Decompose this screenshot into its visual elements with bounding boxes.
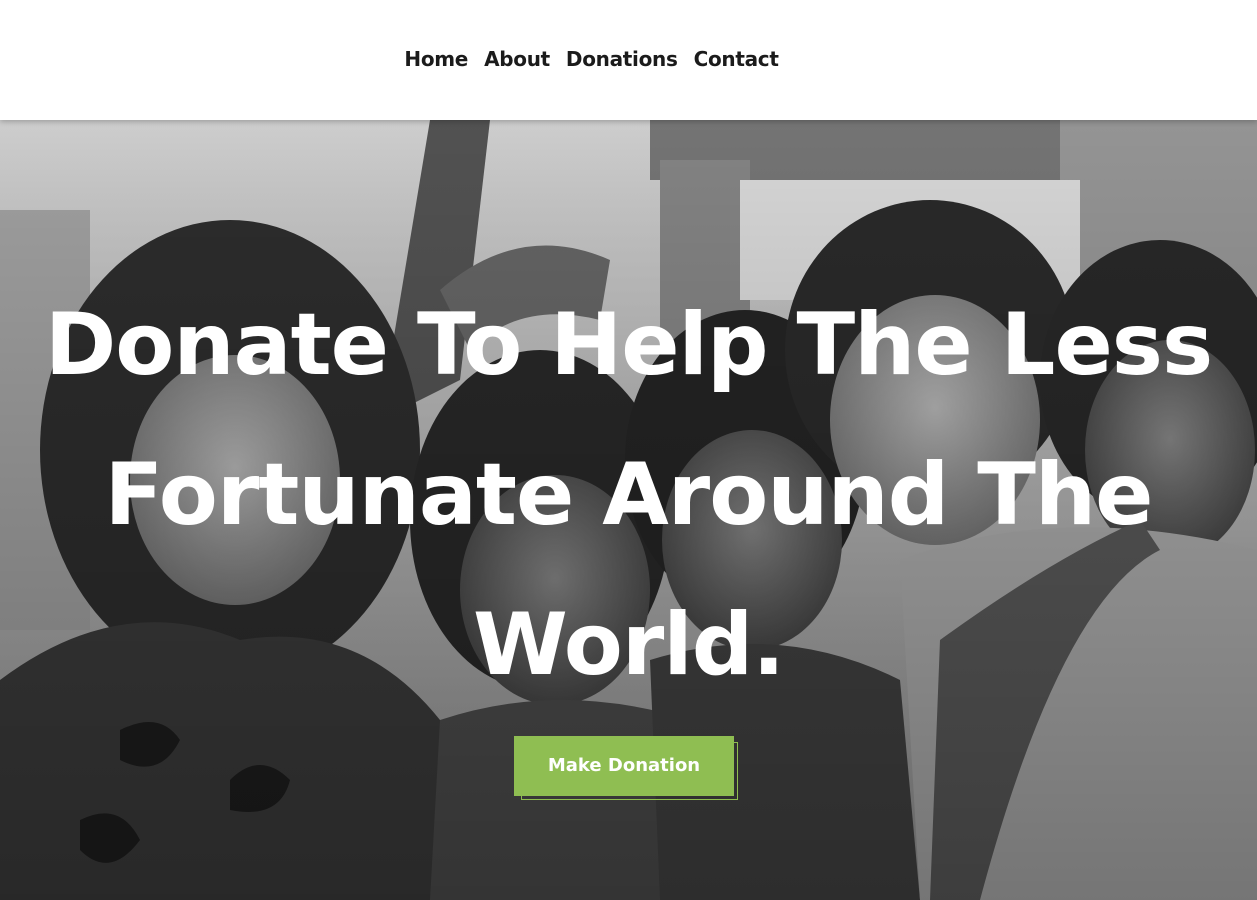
hero-headline: Donate To Help The Less Fortunate Around… [0,270,1257,720]
hero-headline-line-2: Fortunate Around The [104,445,1154,545]
make-donation-button[interactable]: Make Donation [514,736,734,796]
hero-headline-line-3: World. [473,595,785,695]
hero-headline-line-1: Donate To Help The Less [44,295,1213,395]
donation-cta: Make Donation [514,736,740,802]
nav-link-home[interactable]: Home [404,44,468,74]
nav-link-donations[interactable]: Donations [566,44,678,74]
site-header: Home About Donations Contact [0,0,1257,120]
nav-link-about[interactable]: About [484,44,550,74]
nav-link-contact[interactable]: Contact [694,44,779,74]
hero-section: Donate To Help The Less Fortunate Around… [0,120,1257,900]
main-nav: Home About Donations Contact [0,44,1257,74]
